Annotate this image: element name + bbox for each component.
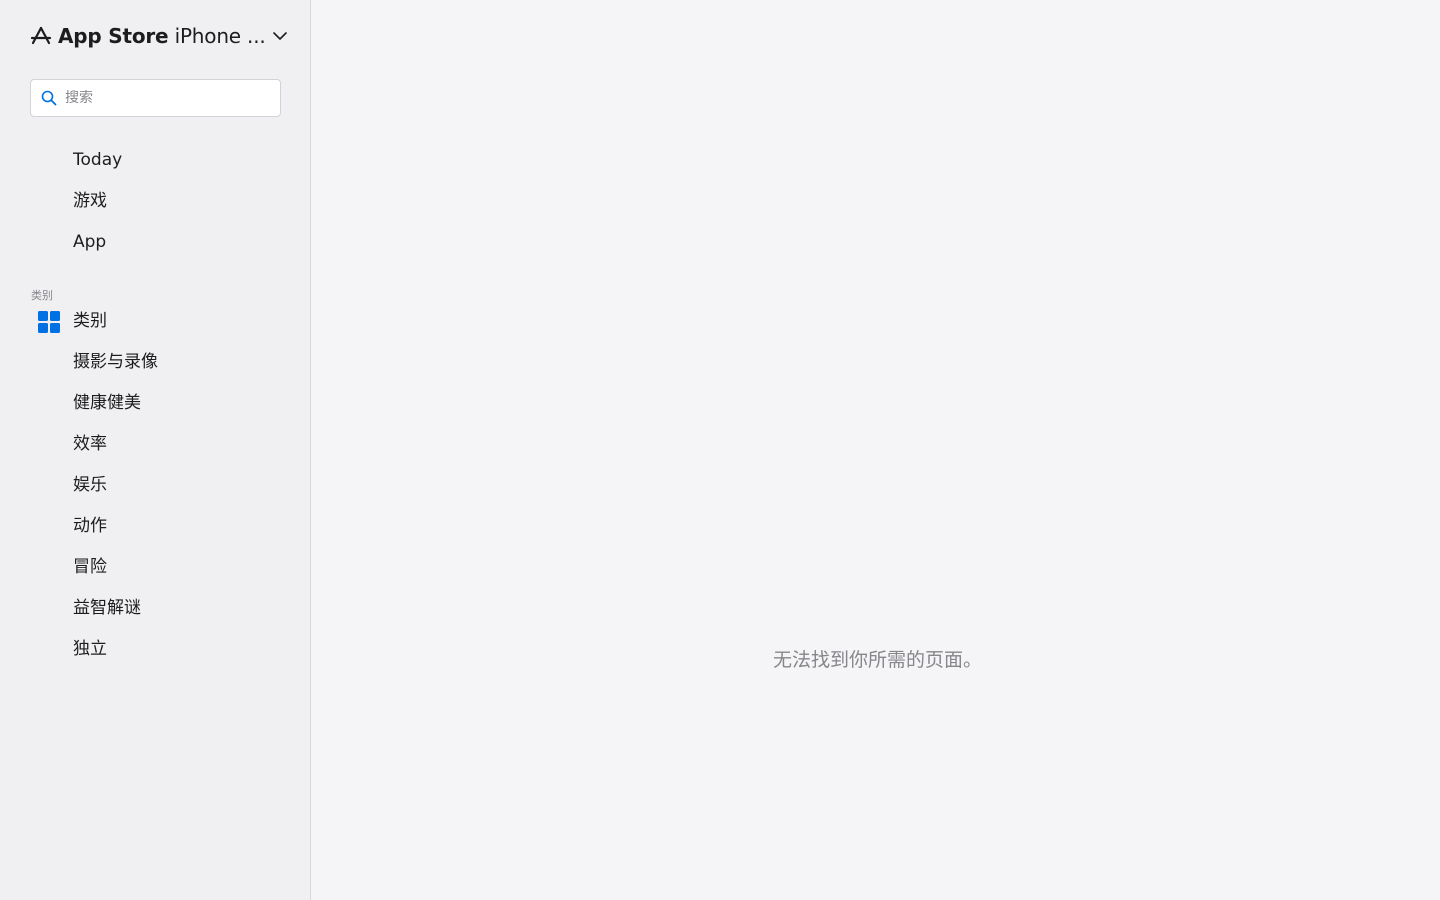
- sidebar-item-indie[interactable]: 独立: [73, 638, 107, 660]
- sidebar-item-action[interactable]: 动作: [73, 515, 107, 537]
- chevron-down-icon[interactable]: [270, 26, 290, 46]
- sidebar-item-categories[interactable]: 类别: [73, 310, 107, 332]
- sidebar-item-health-fitness[interactable]: 健康健美: [73, 392, 141, 414]
- sidebar-item-games[interactable]: 游戏: [73, 190, 107, 212]
- page-not-found-message: 无法找到你所需的页面。: [773, 649, 983, 671]
- sidebar-item-photo-video[interactable]: 摄影与录像: [73, 351, 158, 373]
- app-store-icon: [30, 25, 52, 47]
- section-label-categories: 类别: [31, 289, 53, 302]
- sidebar-item-puzzle[interactable]: 益智解谜: [73, 597, 141, 619]
- platform-title: App Store iPhone ...: [58, 24, 266, 48]
- platform-switcher[interactable]: App Store iPhone ...: [30, 22, 290, 50]
- sidebar-item-today[interactable]: Today: [73, 149, 122, 171]
- sidebar-item-productivity[interactable]: 效率: [73, 433, 107, 455]
- sidebar-item-apps[interactable]: App: [73, 231, 106, 253]
- search-box[interactable]: [30, 79, 281, 117]
- sidebar-item-entertainment[interactable]: 娱乐: [73, 474, 107, 496]
- brand-title: App Store: [58, 24, 169, 48]
- platform-label: iPhone ...: [174, 24, 266, 48]
- category-grid-icon: [37, 310, 61, 334]
- sidebar: App Store iPhone ... Today 游戏 App 类别: [0, 0, 311, 900]
- sidebar-item-adventure[interactable]: 冒险: [73, 556, 107, 578]
- main-content: 无法找到你所需的页面。: [311, 0, 1440, 900]
- app-window: App Store iPhone ... Today 游戏 App 类别: [0, 0, 1440, 900]
- search-input[interactable]: [65, 90, 265, 106]
- search-icon: [41, 90, 57, 106]
